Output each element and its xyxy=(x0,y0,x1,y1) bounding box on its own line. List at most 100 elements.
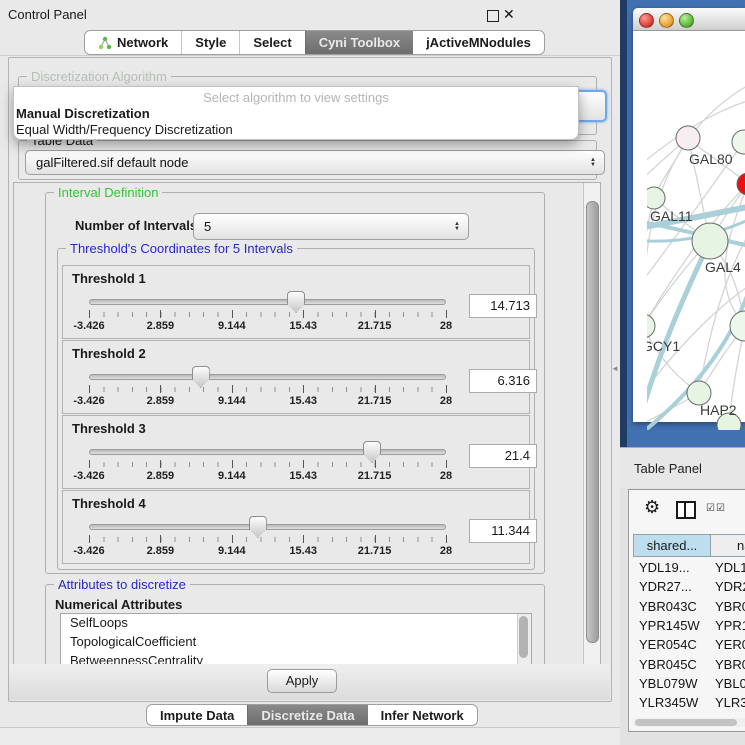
tab-cyni-toolbox[interactable]: Cyni Toolbox xyxy=(305,31,413,54)
network-window-titlebar[interactable] xyxy=(633,8,745,31)
tab-network[interactable]: Network xyxy=(85,31,181,54)
columns-icon[interactable] xyxy=(676,501,696,519)
cell-name[interactable]: YBR0 xyxy=(711,599,745,614)
tab-discretize-data[interactable]: Discretize Data xyxy=(247,705,367,725)
table-header-row: shared... na xyxy=(633,534,745,557)
settings-vertical-scrollbar[interactable] xyxy=(583,183,600,664)
tab-cyni-toolbox-label: Cyni Toolbox xyxy=(319,35,400,50)
threshold-3-value[interactable]: 21.4 xyxy=(469,444,537,468)
gear-icon[interactable]: ⚙ xyxy=(644,497,660,518)
tick-mark xyxy=(89,460,90,468)
tick-label: 2.859 xyxy=(147,395,175,407)
cell-name[interactable]: YDL1 xyxy=(711,560,745,575)
arrow-down-icon: ▼ xyxy=(590,163,596,168)
node-gcy1[interactable] xyxy=(647,314,655,338)
dropdown-option-manual[interactable]: Manual Discretization xyxy=(16,106,150,121)
cell-name[interactable]: YDR2 xyxy=(711,579,745,594)
close-traffic-light-icon[interactable] xyxy=(639,13,654,28)
scrollbar-thumb[interactable] xyxy=(635,719,737,726)
attributes-scrollbar[interactable] xyxy=(517,614,531,665)
zoom-traffic-light-icon[interactable] xyxy=(679,13,694,28)
apply-button[interactable]: Apply xyxy=(267,669,337,693)
table-row[interactable]: YBR045CYBR0 xyxy=(633,654,745,673)
tab-style[interactable]: Style xyxy=(181,31,239,54)
select-checkboxes-icon[interactable]: ☑☑ xyxy=(706,503,726,514)
node-h[interactable] xyxy=(730,311,745,341)
table-data-value: galFiltered.sif default node xyxy=(36,155,188,170)
threshold-3-slider[interactable]: -3.4262.8599.14415.4321.71528 xyxy=(89,440,446,486)
float-window-icon[interactable] xyxy=(487,10,499,22)
tick-label: 9.144 xyxy=(218,545,246,557)
tick-mark xyxy=(232,460,233,468)
panel-resize-grip-icon[interactable]: ◄ xyxy=(611,364,619,373)
tab-select[interactable]: Select xyxy=(239,31,304,54)
attribute-item[interactable]: TopologicalCoefficient xyxy=(61,633,531,652)
table-data-combobox[interactable]: galFiltered.sif default node ▲ ▼ xyxy=(25,150,605,175)
slider-track[interactable] xyxy=(89,374,446,380)
slider-handle[interactable] xyxy=(363,441,381,463)
number-of-intervals-spinner[interactable]: 5 ▲ ▼ xyxy=(193,213,469,240)
cell-shared-name[interactable]: YBL079W xyxy=(633,676,711,691)
tick-mark xyxy=(446,385,447,393)
tick-label: 21.715 xyxy=(358,395,392,407)
tab-jactivemnodules[interactable]: jActiveMNodules xyxy=(413,31,544,54)
table-row[interactable]: YDL19...YDL1 xyxy=(633,558,745,577)
cell-shared-name[interactable]: YDL19... xyxy=(633,560,711,575)
cell-name[interactable]: YER0 xyxy=(711,637,745,652)
close-icon[interactable]: ✕ xyxy=(503,6,515,23)
table-horizontal-scrollbar[interactable] xyxy=(633,718,745,727)
cell-name[interactable]: YBL0 xyxy=(711,676,745,691)
slider-track[interactable] xyxy=(89,299,446,305)
table-row[interactable]: YBL079WYBL0 xyxy=(633,674,745,693)
cell-name[interactable]: YLR3 xyxy=(711,695,745,710)
attributes-list[interactable]: SelfLoopsTopologicalCoefficientBetweenne… xyxy=(60,613,532,665)
scrollbar-thumb[interactable] xyxy=(519,616,528,658)
attributes-group: Attributes to discretize Numerical Attri… xyxy=(45,584,545,665)
cell-name[interactable]: YPR1 xyxy=(711,618,745,633)
tick-label: 21.715 xyxy=(358,470,392,482)
column-header-name[interactable]: na xyxy=(711,534,745,557)
threshold-2-value[interactable]: 6.316 xyxy=(469,369,537,393)
node-gal4[interactable] xyxy=(692,223,728,259)
attribute-item[interactable]: SelfLoops xyxy=(61,614,531,633)
table-row[interactable]: YER054CYER0 xyxy=(633,635,745,654)
network-canvas[interactable]: GAL80 G C GAL11 GAL4 GCY1 H HAP2 xyxy=(647,38,745,430)
tick-label: 28 xyxy=(440,545,452,557)
threshold-4-slider[interactable]: -3.4262.8599.14415.4321.71528 xyxy=(89,515,446,561)
cell-shared-name[interactable]: YPR145W xyxy=(633,618,711,633)
threshold-1-value[interactable]: 14.713 xyxy=(469,294,537,318)
table-row[interactable]: YPR145WYPR1 xyxy=(633,616,745,635)
tab-impute-data[interactable]: Impute Data xyxy=(147,705,247,725)
cell-shared-name[interactable]: YER054C xyxy=(633,637,711,652)
tab-infer-network[interactable]: Infer Network xyxy=(368,705,477,725)
slider-track[interactable] xyxy=(89,449,446,455)
threshold-2-slider[interactable]: -3.4262.8599.14415.4321.71528 xyxy=(89,365,446,411)
column-header-shared-name[interactable]: shared... xyxy=(633,534,711,557)
slider-handle[interactable] xyxy=(249,516,267,538)
cell-shared-name[interactable]: YBR043C xyxy=(633,599,711,614)
tick-mark xyxy=(375,460,376,468)
table-row[interactable]: YBR043CYBR0 xyxy=(633,597,745,616)
threshold-1-slider[interactable]: -3.4262.8599.14415.4321.71528 xyxy=(89,290,446,336)
threshold-2-label: Threshold 2 xyxy=(72,346,146,361)
minimize-traffic-light-icon[interactable] xyxy=(659,13,674,28)
node-gal11[interactable] xyxy=(647,187,665,209)
tick-mark xyxy=(89,310,90,318)
scrollbar-thumb[interactable] xyxy=(586,201,599,643)
thresholds-group-title: Threshold's Coordinates for 5 Intervals xyxy=(66,241,297,256)
cell-shared-name[interactable]: YDR27... xyxy=(633,579,711,594)
tick-label: 2.859 xyxy=(147,470,175,482)
cell-shared-name[interactable]: YLR345W xyxy=(633,695,711,710)
cell-shared-name[interactable]: YBR045C xyxy=(633,657,711,672)
screen: { "panel": { "title": "Control Panel" },… xyxy=(0,0,745,745)
threshold-4-value[interactable]: 11.344 xyxy=(469,519,537,543)
node-gal80[interactable] xyxy=(676,126,700,150)
cell-name[interactable]: YBR0 xyxy=(711,657,745,672)
algorithm-group-title: Discretization Algorithm xyxy=(27,69,171,84)
slider-track[interactable] xyxy=(89,524,446,530)
slider-handle[interactable] xyxy=(192,366,210,388)
dropdown-option-equal-width[interactable]: Equal Width/Frequency Discretization xyxy=(16,122,233,137)
table-row[interactable]: YDR27...YDR2 xyxy=(633,577,745,596)
table-row[interactable]: YLR345WYLR3 xyxy=(633,693,745,712)
node-g[interactable] xyxy=(732,130,745,154)
